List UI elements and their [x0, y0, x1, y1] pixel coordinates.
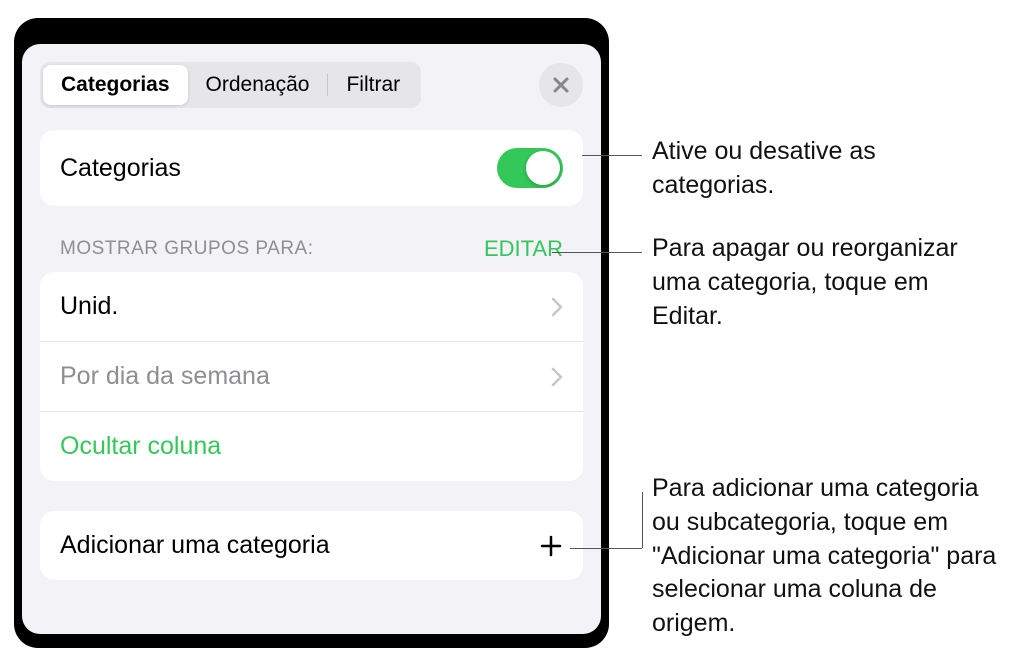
panel-container: Categorias Ordenação Filtrar Categorias: [14, 18, 609, 648]
callout-add: Para adicionar uma categoria ou subcateg…: [652, 472, 1002, 641]
add-category-button[interactable]: Adicionar uma categoria: [40, 511, 583, 580]
chevron-right-icon: [551, 367, 563, 387]
callout-edit: Para apagar ou reorganizar uma categoria…: [652, 232, 992, 333]
categories-toggle[interactable]: [497, 148, 563, 188]
toggle-knob: [526, 151, 560, 185]
tab-bar: Categorias Ordenação Filtrar: [40, 62, 421, 108]
panel-inner: Categorias Ordenação Filtrar Categorias: [22, 44, 601, 634]
groups-list: Unid. Por dia da semana Ocultar coluna: [40, 272, 583, 481]
group-item-weekday[interactable]: Por dia da semana: [40, 342, 583, 412]
callout-line: [570, 548, 642, 549]
add-category-card: Adicionar uma categoria: [40, 511, 583, 580]
tab-sorting[interactable]: Ordenação: [188, 65, 328, 105]
header-row: Categorias Ordenação Filtrar: [40, 62, 583, 108]
chevron-right-icon: [551, 297, 563, 317]
group-item-label: Unid.: [60, 292, 118, 321]
callout-line: [552, 252, 642, 253]
hide-column-row[interactable]: Ocultar coluna: [40, 412, 583, 481]
plus-icon: [539, 534, 563, 558]
hide-column-label: Ocultar coluna: [60, 432, 221, 461]
categories-toggle-row: Categorias: [40, 130, 583, 206]
callout-line: [642, 492, 643, 548]
close-icon: [551, 75, 571, 95]
close-button[interactable]: [539, 63, 583, 107]
groups-section-title: MOSTRAR GRUPOS PARA:: [60, 238, 314, 260]
categories-toggle-label: Categorias: [60, 154, 181, 183]
add-category-label: Adicionar uma categoria: [60, 531, 330, 560]
callout-line: [582, 155, 642, 156]
edit-button[interactable]: EDITAR: [484, 236, 563, 262]
group-item-unit[interactable]: Unid.: [40, 272, 583, 342]
groups-section-header: MOSTRAR GRUPOS PARA: EDITAR: [40, 236, 583, 272]
categories-toggle-card: Categorias: [40, 130, 583, 206]
group-item-label: Por dia da semana: [60, 362, 270, 391]
callout-toggle: Ative ou desative as categorias.: [652, 135, 992, 203]
tab-categories[interactable]: Categorias: [43, 65, 188, 105]
tab-filter[interactable]: Filtrar: [328, 65, 418, 105]
